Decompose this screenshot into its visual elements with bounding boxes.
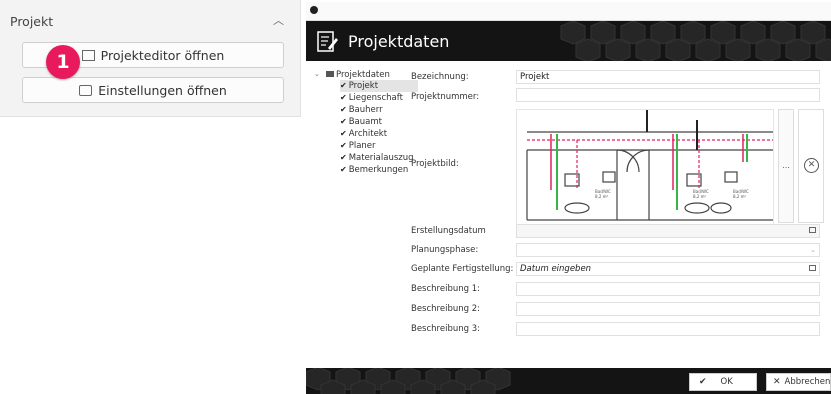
clear-image-icon[interactable]: ✕ xyxy=(804,158,819,173)
close-icon: ✕ xyxy=(773,377,781,387)
dialog-header: Projektdaten xyxy=(306,21,831,61)
folder-icon xyxy=(326,71,334,77)
edit-document-icon xyxy=(317,31,338,52)
label-projektbild: Projektbild: xyxy=(411,159,459,169)
tree-item-bauherr[interactable]: ✔ Bauherr xyxy=(340,105,383,115)
check-icon: ✔ xyxy=(340,117,347,126)
tree-item-architekt[interactable]: ✔ Architekt xyxy=(340,129,387,139)
hexagon-pattern xyxy=(560,21,831,61)
check-icon: ✔ xyxy=(340,81,347,90)
tree-item-planer[interactable]: ✔ Planer xyxy=(340,141,376,151)
svg-text:8,2 m²: 8,2 m² xyxy=(733,194,747,199)
tree-item-projektdaten[interactable]: Projektdaten xyxy=(326,70,390,80)
label-bezeichnung: Bezeichnung: xyxy=(411,72,469,82)
collapse-arrow-icon[interactable]: ⌄ xyxy=(314,70,320,78)
label-erstellungsdatum: Erstellungsdatum xyxy=(411,226,486,236)
open-settings-button[interactable]: Einstellungen öffnen xyxy=(22,77,284,103)
dialog-title: Projektdaten xyxy=(348,32,450,51)
calendar-icon[interactable] xyxy=(809,265,816,271)
beschreibung3-field[interactable] xyxy=(516,322,820,336)
project-panel: Projekt ︿ Projekteditor öffnen Einstellu… xyxy=(0,0,301,117)
fertigstellung-placeholder: Datum eingeben xyxy=(520,264,592,274)
check-icon: ✔ xyxy=(699,377,707,387)
step-badge: 1 xyxy=(46,45,80,79)
cancel-button[interactable]: ✕ Abbrechen xyxy=(766,373,831,391)
chevron-up-icon[interactable]: ︿ xyxy=(273,12,284,28)
label-beschreibung3: Beschreibung 3: xyxy=(411,324,480,334)
check-icon: ✔ xyxy=(340,105,347,114)
hexagon-pattern xyxy=(306,368,511,394)
tree-item-label: Bauamt xyxy=(348,117,382,127)
edit-icon xyxy=(81,49,95,61)
window-titlebar xyxy=(306,2,831,21)
tree-item-label: Materialauszug xyxy=(348,153,414,163)
beschreibung2-field[interactable] xyxy=(516,302,820,316)
label-beschreibung1: Beschreibung 1: xyxy=(411,284,480,294)
tree-item-bemerkungen[interactable]: ✔ Bemerkungen xyxy=(340,165,408,175)
planungsphase-select[interactable]: ⌄ xyxy=(516,243,820,257)
tree-item-label: Projekt xyxy=(348,81,379,91)
tree-item-label: Bauherr xyxy=(348,105,383,115)
app-icon xyxy=(310,6,318,14)
floorplan-image: Bad/WC8,2 m² Bad/WC8,2 m² Bad/WC8,2 m² xyxy=(517,110,773,224)
check-icon: ✔ xyxy=(340,165,347,174)
label-planungsphase: Planungsphase: xyxy=(411,245,479,255)
project-data-dialog: Projektdaten ⌄ Projektdaten ✔ Projekt ✔ Li… xyxy=(306,2,831,394)
panel-title: Projekt xyxy=(10,14,54,29)
tree-item-label: Bemerkungen xyxy=(348,165,409,175)
fertigstellung-field[interactable]: Datum eingeben xyxy=(516,262,820,276)
tree-root-label: Projektdaten xyxy=(336,70,390,80)
settings-icon xyxy=(79,84,93,96)
bezeichnung-field[interactable]: Projekt xyxy=(516,70,820,84)
tree-item-label: Planer xyxy=(348,141,376,151)
cancel-label: Abbrechen xyxy=(784,377,831,387)
project-image[interactable]: Bad/WC 8,2 m² Bad/WC 8,2 m² Bad/WC 8,2 m² xyxy=(516,109,774,225)
projektnummer-field[interactable] xyxy=(516,88,820,102)
calendar-icon[interactable] xyxy=(809,227,816,233)
tree-item-materialauszug[interactable]: ✔ Materialauszug xyxy=(340,153,414,163)
check-icon: ✔ xyxy=(340,129,347,138)
check-icon: ✔ xyxy=(340,153,347,162)
label-projektnummer: Projektnummer: xyxy=(411,92,480,102)
ok-label: OK xyxy=(720,377,733,387)
label-fertigstellung: Geplante Fertigstellung: xyxy=(411,264,514,274)
open-settings-label: Einstellungen öffnen xyxy=(98,82,227,98)
tree-item-liegenschaft[interactable]: ✔ Liegenschaft xyxy=(340,93,403,103)
check-icon: ✔ xyxy=(340,141,347,150)
open-project-editor-label: Projekteditor öffnen xyxy=(100,47,225,63)
chevron-down-icon: ⌄ xyxy=(810,246,816,254)
label-beschreibung2: Beschreibung 2: xyxy=(411,304,480,314)
erstellungsdatum-field[interactable] xyxy=(516,224,820,238)
browse-image-button[interactable]: ... xyxy=(778,161,794,170)
dialog-footer: ✔ OK ✕ Abbrechen xyxy=(306,368,831,394)
tree-item-label: Architekt xyxy=(348,129,388,139)
check-icon: ✔ xyxy=(340,93,347,102)
svg-text:8,2 m²: 8,2 m² xyxy=(693,194,707,199)
tree-item-projekt[interactable]: ✔ Projekt xyxy=(340,81,378,91)
ok-button[interactable]: ✔ OK xyxy=(689,373,757,391)
tree-item-label: Liegenschaft xyxy=(348,93,403,103)
clear-image-panel: ✕ xyxy=(798,109,824,223)
beschreibung1-field[interactable] xyxy=(516,282,820,296)
tree-item-bauamt[interactable]: ✔ Bauamt xyxy=(340,117,382,127)
svg-text:8,2 m²: 8,2 m² xyxy=(595,194,609,199)
